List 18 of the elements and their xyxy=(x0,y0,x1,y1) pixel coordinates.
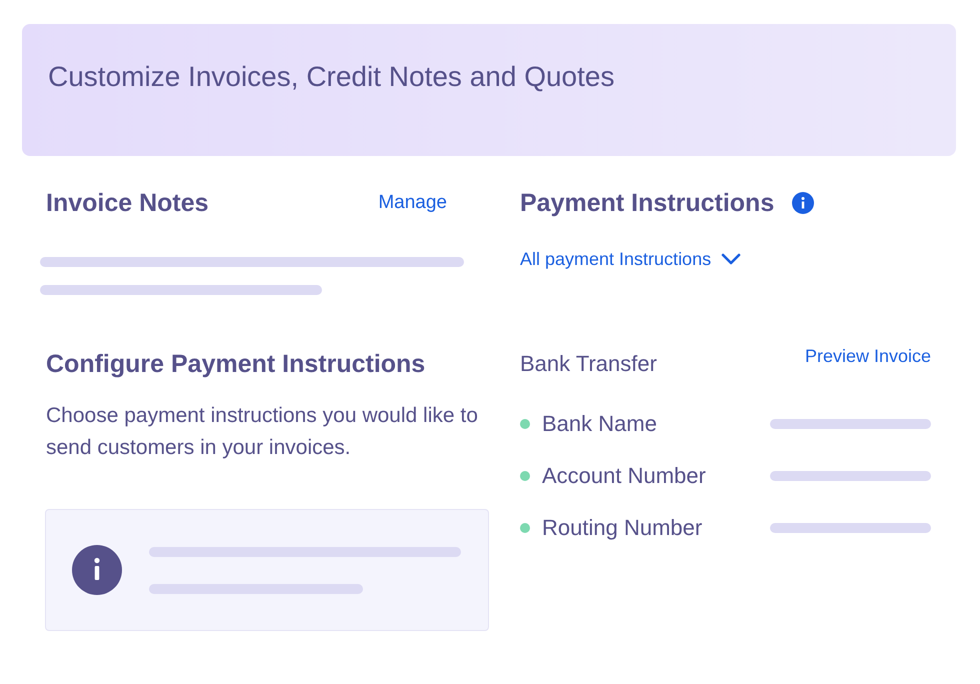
manage-link[interactable]: Manage xyxy=(378,192,447,214)
chevron-down-icon xyxy=(721,253,742,265)
preview-invoice-link[interactable]: Preview Invoice xyxy=(804,344,931,368)
info-icon xyxy=(72,545,122,595)
field-label: Routing Number xyxy=(542,514,704,542)
status-dot xyxy=(520,419,530,429)
payment-filter-dropdown[interactable]: All payment Instructions xyxy=(520,247,742,271)
status-dot xyxy=(520,523,530,533)
section-title: Configure Payment Instructions xyxy=(46,349,426,380)
field-label: Account Number xyxy=(542,462,707,490)
field-label: Bank Name xyxy=(542,410,658,438)
status-dot xyxy=(520,471,530,481)
section-title: Bank Transfer xyxy=(520,350,657,378)
page-title: Customize Invoices, Credit Notes and Quotes xyxy=(48,60,616,94)
section-description: Choose payment instructions you would like to send customers in your invoices. xyxy=(46,403,479,461)
info-icon[interactable] xyxy=(792,192,814,214)
section-title: Invoice Notes xyxy=(46,188,209,219)
section-title: Payment Instructions xyxy=(520,188,774,219)
